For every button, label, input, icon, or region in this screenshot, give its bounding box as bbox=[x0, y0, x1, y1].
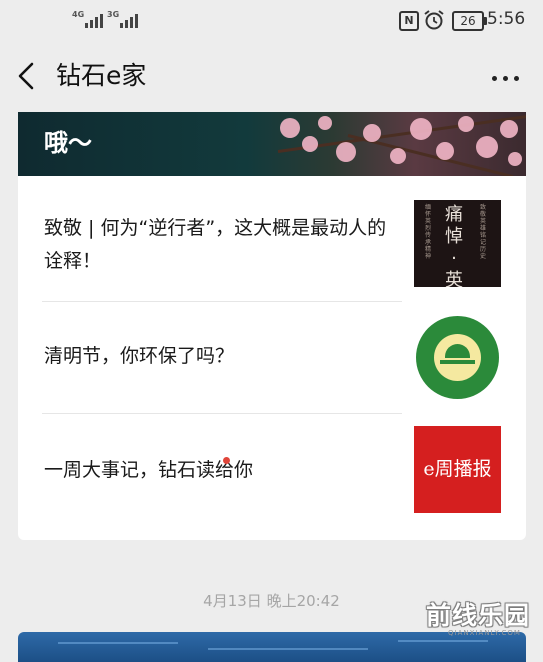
thumbnail-text: 痛悼·英雄 bbox=[445, 204, 463, 287]
article-title: 一周大事记，钻石读给你 bbox=[44, 459, 254, 481]
signal-3g-label: 3G bbox=[107, 10, 120, 19]
article-item-1[interactable]: 致敬 | 何为“逆行者”，这大概是最动人的诠释！ 缅怀英烈传承精神 痛悼·英雄 … bbox=[18, 176, 526, 302]
nfc-icon: N bbox=[399, 11, 419, 31]
status-time: 5:56 bbox=[487, 9, 526, 29]
article-title: 清明节，你环保了吗？ bbox=[44, 345, 235, 367]
banner-title: 哦～ bbox=[44, 129, 92, 157]
nav-bar: 钻石e家 bbox=[0, 40, 543, 112]
unread-dot bbox=[223, 457, 230, 464]
article-card: 哦～ 致敬 | 何为“逆行者”，这大概是最动人的诠释！ 缅怀英烈传承精神 痛悼·… bbox=[18, 112, 526, 540]
thumbnail-text: e周播报 bbox=[423, 458, 492, 480]
battery-icon: 26 bbox=[452, 11, 487, 31]
article-thumbnail: 缅怀英烈传承精神 痛悼·英雄 致敬英雄铭记历史 bbox=[414, 200, 501, 287]
page-title: 钻石e家 bbox=[56, 61, 147, 90]
status-bar: 4G 3G N 26 5:56 bbox=[0, 0, 543, 40]
article-title: 致敬 | 何为“逆行者”，这大概是最动人的诠释！ bbox=[44, 217, 387, 272]
alarm-icon bbox=[424, 10, 444, 30]
article-item-2[interactable]: 清明节，你环保了吗？ bbox=[18, 302, 526, 413]
watermark-subtext: QIANXIANLY.COM bbox=[448, 629, 521, 637]
banner-image[interactable]: 哦～ bbox=[18, 112, 526, 176]
article-thumbnail: e周播报 bbox=[414, 426, 501, 513]
more-dots-icon[interactable] bbox=[489, 62, 523, 90]
environment-logo-icon bbox=[414, 314, 501, 401]
chevron-left-icon[interactable] bbox=[12, 60, 42, 92]
watermark-text: 前线乐园 bbox=[426, 601, 531, 630]
article-item-3[interactable]: 一周大事记，钻石读给你 e周播报 bbox=[18, 414, 526, 540]
watermark-logo: 前线乐园 QIANXIANLY.COM bbox=[426, 596, 536, 648]
signal-4g-label: 4G bbox=[72, 10, 85, 19]
